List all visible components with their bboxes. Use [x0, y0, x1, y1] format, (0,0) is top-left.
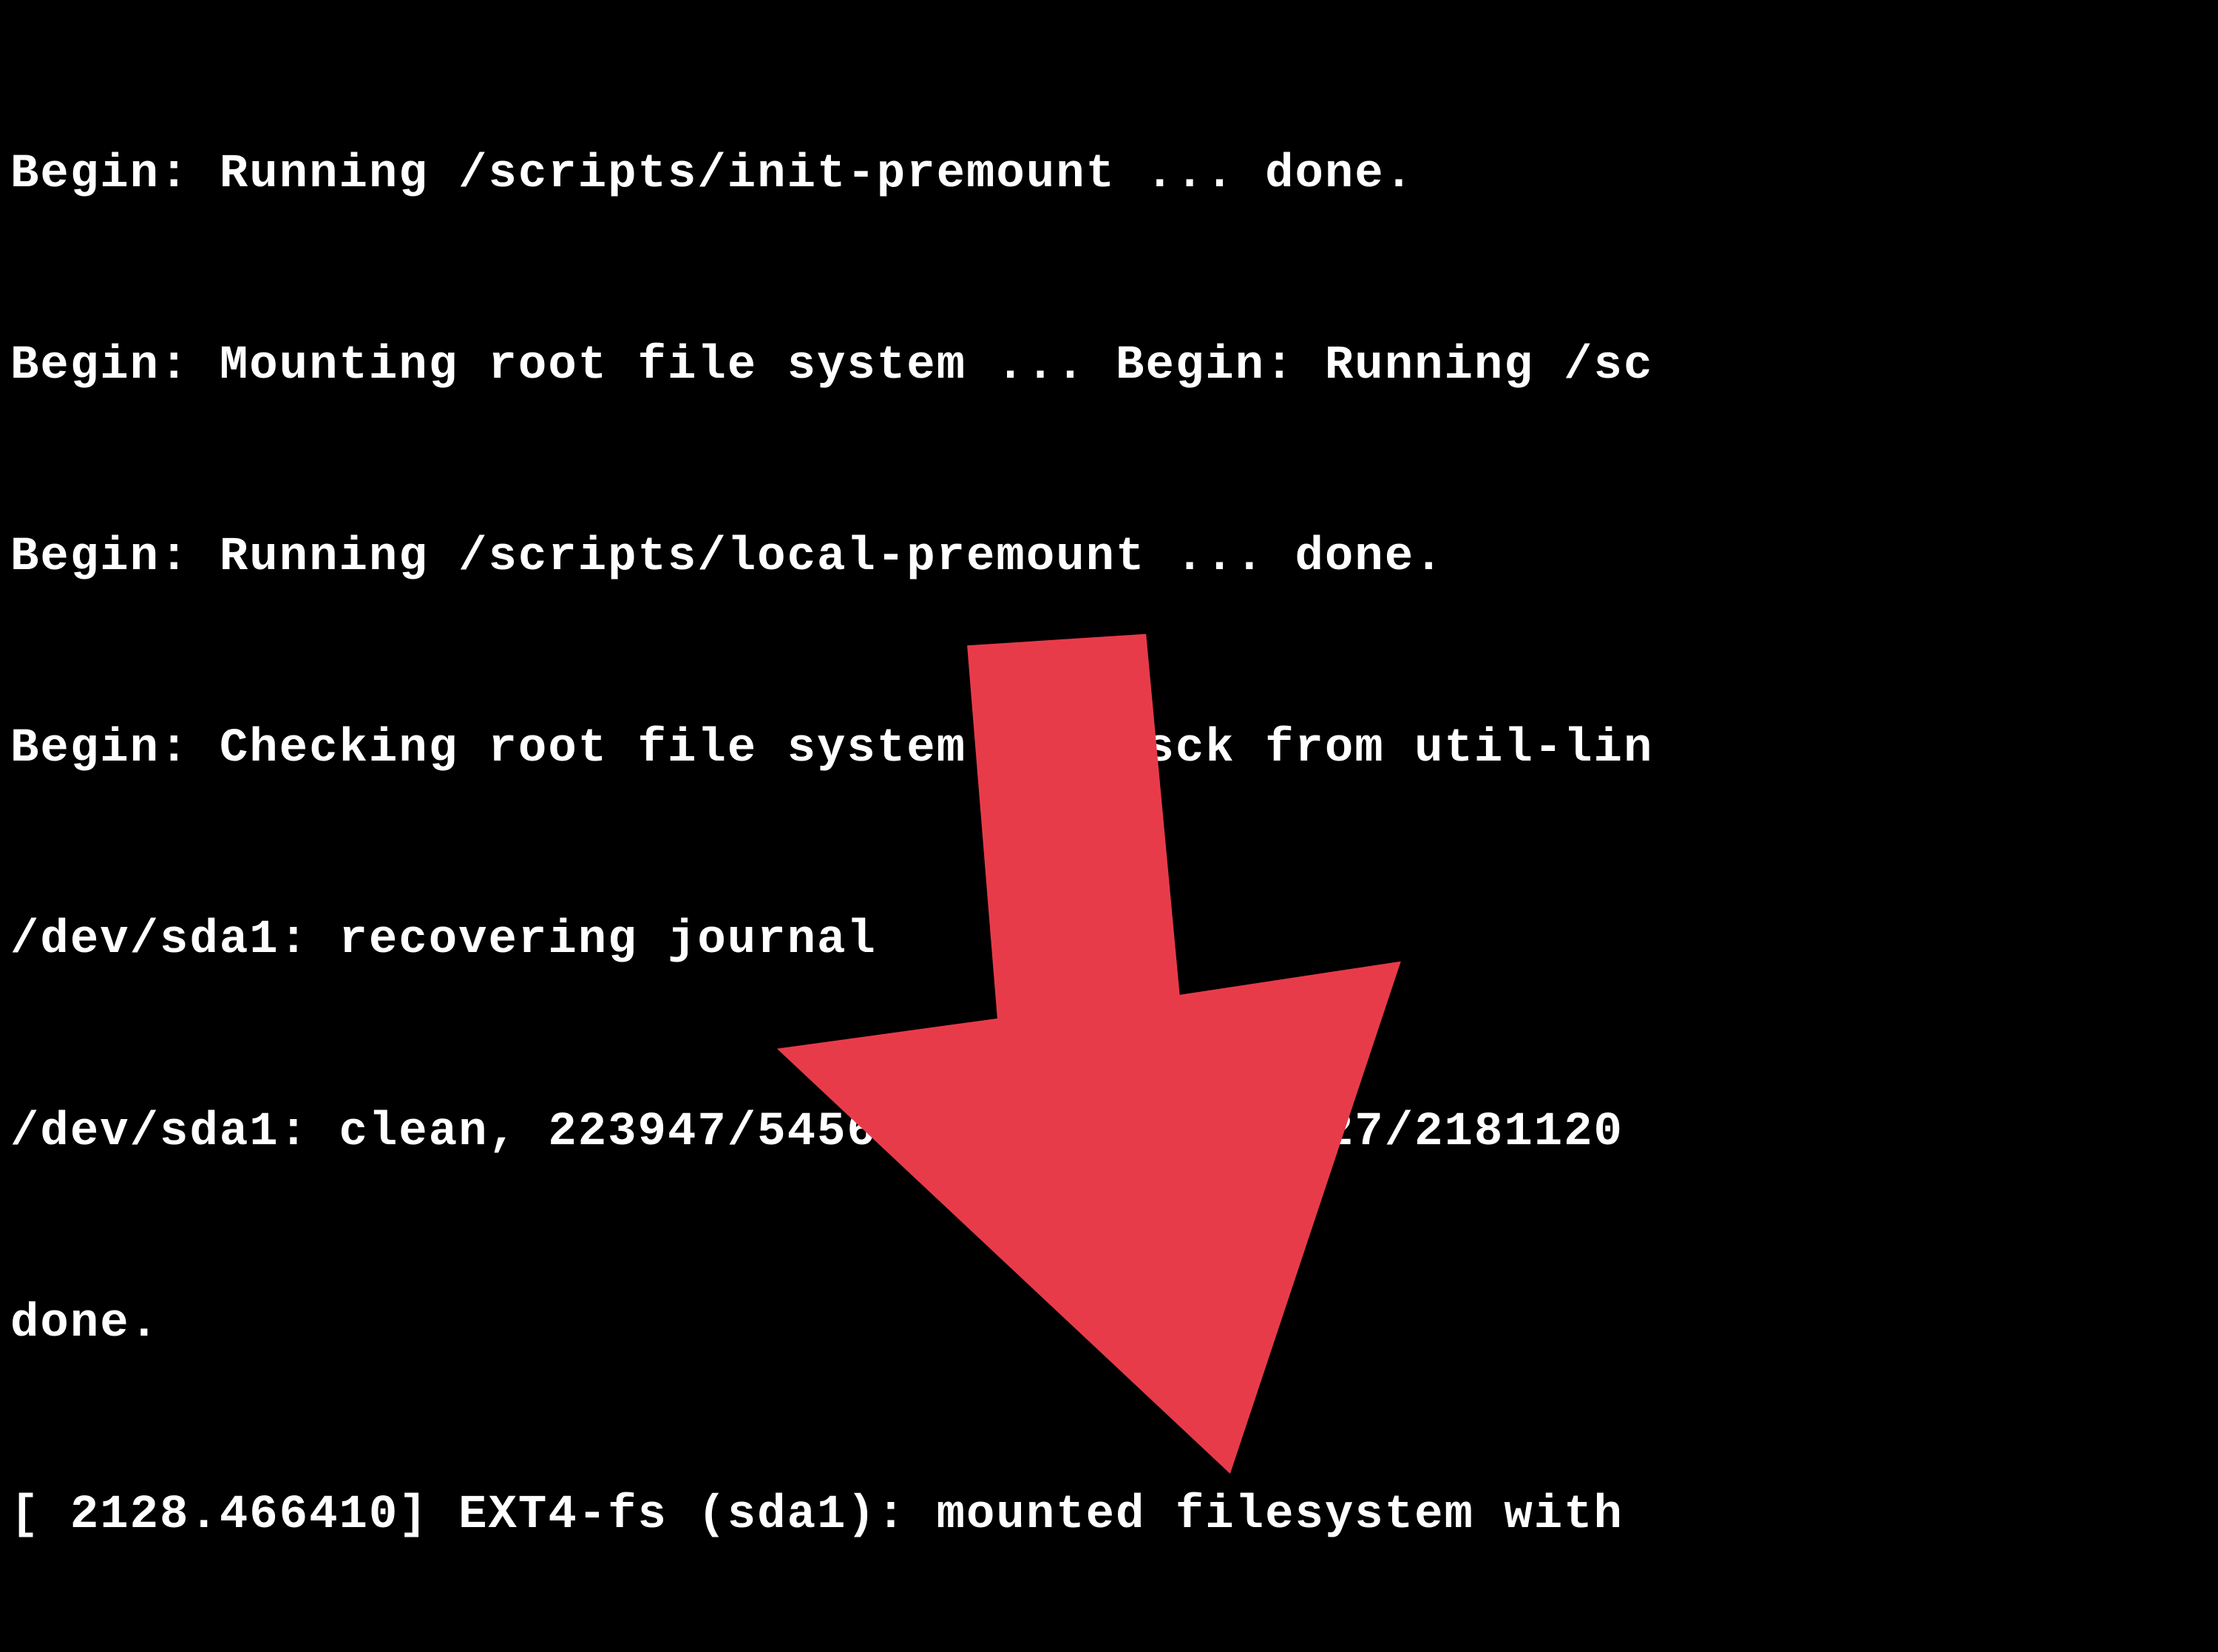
boot-log-line: Begin: Checking root file system ... fsc…	[10, 717, 2218, 781]
boot-log-line: [ 2128.466410] EXT4-fs (sda1): mounted f…	[10, 1483, 2218, 1547]
terminal-output[interactable]: Begin: Running /scripts/init-premount ..…	[0, 0, 2218, 1652]
boot-log-line: /dev/sda1: clean, 223947/545648 files, 1…	[10, 1101, 2218, 1164]
boot-log-line: /dev/sda1: recovering journal	[10, 908, 2218, 972]
boot-log-line: Begin: Mounting root file system ... Beg…	[10, 334, 2218, 398]
boot-log-line: Begin: Running /scripts/init-premount ..…	[10, 143, 2218, 206]
boot-log-line: done.	[10, 1292, 2218, 1356]
boot-log-line: Begin: Running /scripts/local-premount .…	[10, 526, 2218, 589]
